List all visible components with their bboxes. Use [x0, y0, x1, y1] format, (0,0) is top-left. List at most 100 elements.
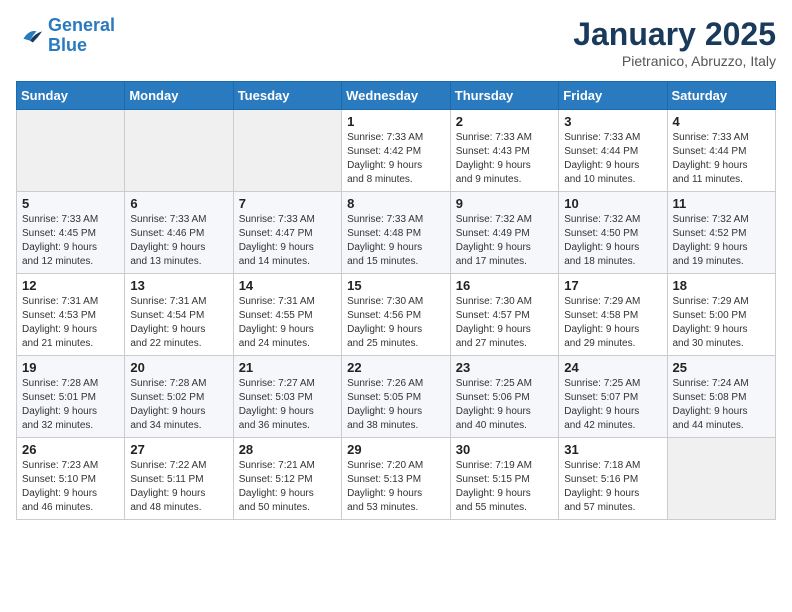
calendar-cell: 3 Sunrise: 7:33 AMSunset: 4:44 PMDaylight…	[559, 110, 667, 192]
weekday-sunday: Sunday	[17, 82, 125, 110]
day-info: Sunrise: 7:24 AMSunset: 5:08 PMDaylight:…	[673, 377, 771, 433]
day-number: 2	[456, 114, 553, 129]
day-number: 9	[456, 196, 553, 211]
day-number: 30	[456, 442, 553, 457]
calendar-cell: 1Sunrise: 7:33 AMSunset: 4:42 PMDaylight…	[342, 110, 451, 192]
calendar-cell: 14 Sunrise: 7:31 AMSunset: 4:55 PMDayligh…	[233, 274, 341, 356]
calendar-cell: 22 Sunrise: 7:26 AMSunset: 5:05 PMDayligh…	[342, 356, 451, 438]
day-number: 17	[564, 278, 661, 293]
day-number: 22	[347, 360, 445, 375]
weekday-tuesday: Tuesday	[233, 82, 341, 110]
calendar-cell: 15 Sunrise: 7:30 AMSunset: 4:56 PMDayligh…	[342, 274, 451, 356]
calendar-week-2: 5Sunrise: 7:33 AMSunset: 4:45 PMDaylight…	[17, 192, 776, 274]
calendar-week-4: 19 Sunrise: 7:28 AMSunset: 5:01 PMDayligh…	[17, 356, 776, 438]
calendar-cell: 6 Sunrise: 7:33 AMSunset: 4:46 PMDaylight…	[125, 192, 233, 274]
day-number: 5	[22, 196, 119, 211]
logo-icon	[16, 22, 44, 50]
weekday-thursday: Thursday	[450, 82, 558, 110]
day-number: 8	[347, 196, 445, 211]
location: Pietranico, Abruzzo, Italy	[573, 53, 776, 69]
day-number: 26	[22, 442, 119, 457]
day-info: Sunrise: 7:22 AMSunset: 5:11 PMDaylight:…	[130, 459, 227, 515]
day-info: Sunrise: 7:18 AMSunset: 5:16 PMDaylight:…	[564, 459, 661, 515]
day-info: Sunrise: 7:28 AMSunset: 5:01 PMDaylight:…	[22, 377, 119, 433]
calendar-cell: 21Sunrise: 7:27 AMSunset: 5:03 PMDayligh…	[233, 356, 341, 438]
day-number: 19	[22, 360, 119, 375]
day-info: Sunrise: 7:32 AMSunset: 4:49 PMDaylight:…	[456, 213, 553, 269]
day-number: 3	[564, 114, 661, 129]
day-number: 29	[347, 442, 445, 457]
day-info: Sunrise: 7:25 AMSunset: 5:07 PMDaylight:…	[564, 377, 661, 433]
calendar-cell: 18 Sunrise: 7:29 AMSunset: 5:00 PMDayligh…	[667, 274, 776, 356]
day-info: Sunrise: 7:20 AMSunset: 5:13 PMDaylight:…	[347, 459, 445, 515]
day-info: Sunrise: 7:32 AMSunset: 4:50 PMDaylight:…	[564, 213, 661, 269]
day-info: Sunrise: 7:33 AMSunset: 4:44 PMDaylight:…	[673, 131, 771, 187]
calendar-cell: 17 Sunrise: 7:29 AMSunset: 4:58 PMDayligh…	[559, 274, 667, 356]
page-header: General Blue January 2025 Pietranico, Ab…	[16, 16, 776, 69]
day-number: 12	[22, 278, 119, 293]
day-info: Sunrise: 7:23 AMSunset: 5:10 PMDaylight:…	[22, 459, 119, 515]
day-number: 7	[239, 196, 336, 211]
calendar-cell	[125, 110, 233, 192]
day-number: 31	[564, 442, 661, 457]
day-info: Sunrise: 7:30 AMSunset: 4:56 PMDaylight:…	[347, 295, 445, 351]
day-number: 23	[456, 360, 553, 375]
day-number: 16	[456, 278, 553, 293]
calendar-cell	[17, 110, 125, 192]
calendar-cell: 13 Sunrise: 7:31 AMSunset: 4:54 PMDayligh…	[125, 274, 233, 356]
calendar-cell: 30 Sunrise: 7:19 AMSunset: 5:15 PMDayligh…	[450, 438, 558, 520]
day-number: 20	[130, 360, 227, 375]
day-info: Sunrise: 7:31 AMSunset: 4:54 PMDaylight:…	[130, 295, 227, 351]
day-info: Sunrise: 7:26 AMSunset: 5:05 PMDaylight:…	[347, 377, 445, 433]
day-info: Sunrise: 7:33 AMSunset: 4:46 PMDaylight:…	[130, 213, 227, 269]
day-number: 15	[347, 278, 445, 293]
day-number: 10	[564, 196, 661, 211]
logo: General Blue	[16, 16, 115, 56]
calendar-cell: 31 Sunrise: 7:18 AMSunset: 5:16 PMDayligh…	[559, 438, 667, 520]
day-info: Sunrise: 7:30 AMSunset: 4:57 PMDaylight:…	[456, 295, 553, 351]
calendar-header-row: SundayMondayTuesdayWednesdayThursdayFrid…	[17, 82, 776, 110]
weekday-friday: Friday	[559, 82, 667, 110]
day-info: Sunrise: 7:25 AMSunset: 5:06 PMDaylight:…	[456, 377, 553, 433]
calendar-cell: 27 Sunrise: 7:22 AMSunset: 5:11 PMDayligh…	[125, 438, 233, 520]
calendar-table: SundayMondayTuesdayWednesdayThursdayFrid…	[16, 81, 776, 520]
day-number: 18	[673, 278, 771, 293]
calendar-week-1: 1Sunrise: 7:33 AMSunset: 4:42 PMDaylight…	[17, 110, 776, 192]
logo-text: General Blue	[48, 16, 115, 56]
calendar-cell: 9 Sunrise: 7:32 AMSunset: 4:49 PMDaylight…	[450, 192, 558, 274]
weekday-saturday: Saturday	[667, 82, 776, 110]
day-info: Sunrise: 7:29 AMSunset: 4:58 PMDaylight:…	[564, 295, 661, 351]
day-info: Sunrise: 7:19 AMSunset: 5:15 PMDaylight:…	[456, 459, 553, 515]
calendar-cell: 29 Sunrise: 7:20 AMSunset: 5:13 PMDayligh…	[342, 438, 451, 520]
day-number: 6	[130, 196, 227, 211]
day-info: Sunrise: 7:33 AMSunset: 4:47 PMDaylight:…	[239, 213, 336, 269]
calendar-cell: 24Sunrise: 7:25 AMSunset: 5:07 PMDayligh…	[559, 356, 667, 438]
day-info: Sunrise: 7:31 AMSunset: 4:55 PMDaylight:…	[239, 295, 336, 351]
day-info: Sunrise: 7:27 AMSunset: 5:03 PMDaylight:…	[239, 377, 336, 433]
day-info: Sunrise: 7:32 AMSunset: 4:52 PMDaylight:…	[673, 213, 771, 269]
day-info: Sunrise: 7:29 AMSunset: 5:00 PMDaylight:…	[673, 295, 771, 351]
calendar-cell: 16 Sunrise: 7:30 AMSunset: 4:57 PMDayligh…	[450, 274, 558, 356]
calendar-cell: 12 Sunrise: 7:31 AMSunset: 4:53 PMDayligh…	[17, 274, 125, 356]
day-info: Sunrise: 7:28 AMSunset: 5:02 PMDaylight:…	[130, 377, 227, 433]
day-info: Sunrise: 7:31 AMSunset: 4:53 PMDaylight:…	[22, 295, 119, 351]
day-number: 27	[130, 442, 227, 457]
day-info: Sunrise: 7:33 AMSunset: 4:48 PMDaylight:…	[347, 213, 445, 269]
day-number: 1	[347, 114, 445, 129]
calendar-cell: 7 Sunrise: 7:33 AMSunset: 4:47 PMDaylight…	[233, 192, 341, 274]
calendar-cell: 11Sunrise: 7:32 AMSunset: 4:52 PMDayligh…	[667, 192, 776, 274]
calendar-cell: 8 Sunrise: 7:33 AMSunset: 4:48 PMDaylight…	[342, 192, 451, 274]
calendar-cell: 26 Sunrise: 7:23 AMSunset: 5:10 PMDayligh…	[17, 438, 125, 520]
calendar-cell: 2 Sunrise: 7:33 AMSunset: 4:43 PMDaylight…	[450, 110, 558, 192]
day-number: 13	[130, 278, 227, 293]
day-info: Sunrise: 7:33 AMSunset: 4:43 PMDaylight:…	[456, 131, 553, 187]
calendar-cell: 20 Sunrise: 7:28 AMSunset: 5:02 PMDayligh…	[125, 356, 233, 438]
day-number: 14	[239, 278, 336, 293]
day-number: 28	[239, 442, 336, 457]
calendar-cell: 5Sunrise: 7:33 AMSunset: 4:45 PMDaylight…	[17, 192, 125, 274]
day-number: 4	[673, 114, 771, 129]
calendar-cell: 28Sunrise: 7:21 AMSunset: 5:12 PMDayligh…	[233, 438, 341, 520]
day-info: Sunrise: 7:33 AMSunset: 4:44 PMDaylight:…	[564, 131, 661, 187]
month-title: January 2025	[573, 16, 776, 53]
calendar-cell: 10 Sunrise: 7:32 AMSunset: 4:50 PMDayligh…	[559, 192, 667, 274]
